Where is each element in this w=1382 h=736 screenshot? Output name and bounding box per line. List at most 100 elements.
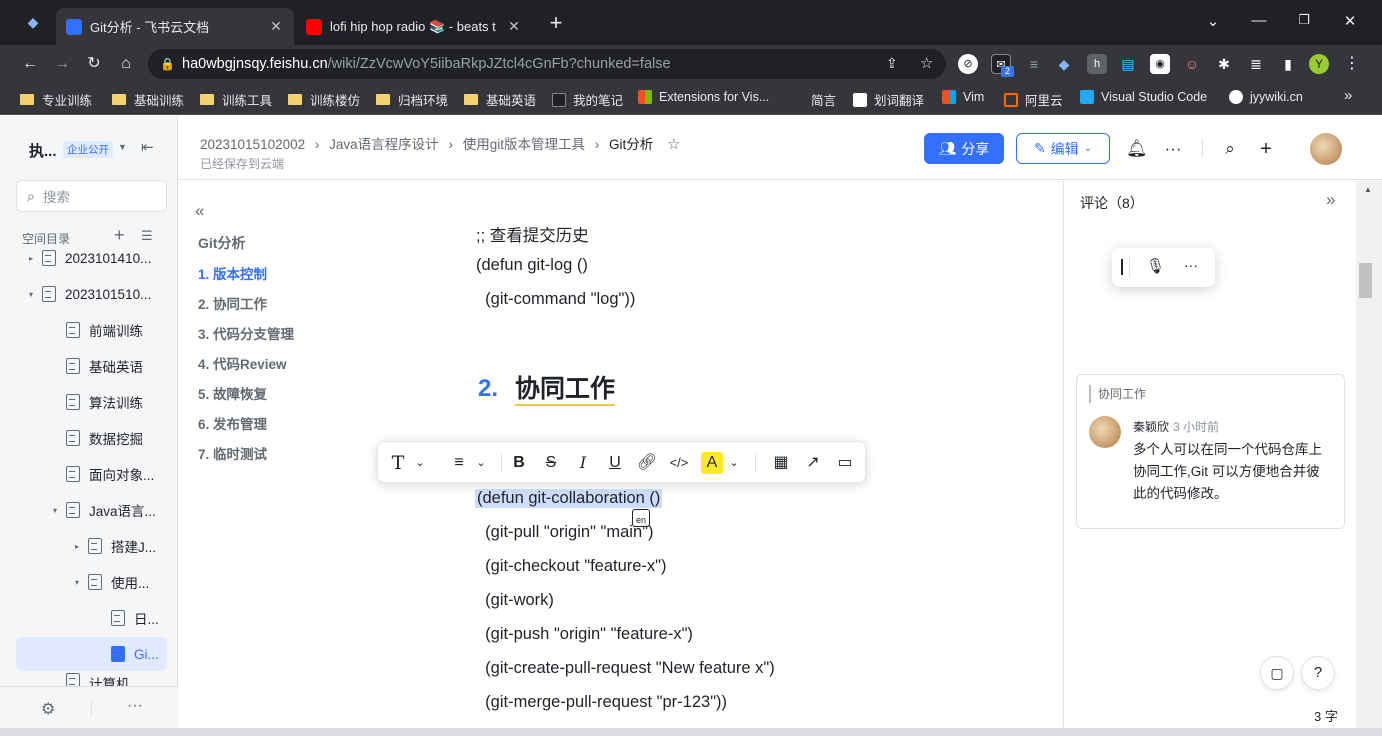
- tree-item[interactable]: ▸ 2023101410...: [0, 241, 178, 275]
- doc-line[interactable]: ;; 查看提交历史: [476, 222, 589, 246]
- tree-item[interactable]: 算法训练: [0, 385, 178, 419]
- doc-line[interactable]: (git-checkout "feature-x"): [476, 557, 666, 576]
- forward-icon[interactable]: →: [52, 54, 72, 74]
- doc-line[interactable]: (git-command "log")): [476, 290, 635, 309]
- italic-icon[interactable]: I: [572, 452, 594, 474]
- profile-avatar[interactable]: Y: [1309, 54, 1329, 74]
- tab-search-chevron-icon[interactable]: ⌄: [1201, 12, 1225, 30]
- bell-icon[interactable]: 🔔︎: [1126, 139, 1148, 159]
- address-bar[interactable]: 🔒 ha0wbgjnsqy.feishu.cn/wiki/ZzVcwVoY5ii…: [148, 49, 946, 79]
- close-icon[interactable]: ✕: [506, 18, 522, 35]
- caret-icon[interactable]: ▸: [72, 542, 82, 551]
- bookmark-folder[interactable]: 训练楼仿: [288, 90, 360, 109]
- bookmark-star-icon[interactable]: ☆: [920, 54, 933, 72]
- collapse-comments-icon[interactable]: »: [1326, 190, 1335, 210]
- extension-h-icon[interactable]: h: [1087, 54, 1107, 74]
- heading-text[interactable]: 协同工作: [515, 374, 616, 406]
- bookmark-link[interactable]: 我的笔记: [552, 90, 623, 109]
- breadcrumb-item[interactable]: 20231015102002: [200, 137, 305, 152]
- bookmark-link[interactable]: 简言: [790, 90, 836, 109]
- doc-info-icon[interactable]: ▢: [1260, 656, 1294, 690]
- page-scrollbar[interactable]: ▲: [1356, 181, 1382, 736]
- more-icon[interactable]: ···: [1163, 139, 1183, 159]
- tree-item[interactable]: ▾ Java语言...: [0, 493, 178, 527]
- back-icon[interactable]: ←: [20, 54, 40, 74]
- caret-icon[interactable]: ▾: [50, 506, 60, 515]
- restore-icon[interactable]: ❐: [1292, 12, 1316, 28]
- bookmark-folder[interactable]: 基础训练: [112, 90, 184, 109]
- strikethrough-icon[interactable]: S: [540, 452, 562, 474]
- breadcrumb-current[interactable]: Git分析: [609, 137, 653, 152]
- home-icon[interactable]: ⌂: [116, 54, 136, 74]
- chevron-down-icon[interactable]: ⌄: [723, 452, 745, 474]
- text-style-icon[interactable]: T: [387, 452, 409, 474]
- tab-lofi[interactable]: lofi hip hop radio 📚 - beats t ✕: [296, 8, 532, 45]
- extension-cat-icon[interactable]: ☺: [1182, 54, 1202, 74]
- comment-icon[interactable]: ▭: [834, 452, 856, 474]
- chrome-menu-icon[interactable]: ⋮: [1342, 54, 1362, 74]
- doc-line[interactable]: (git-work): [476, 591, 554, 610]
- close-icon[interactable]: ✕: [268, 18, 284, 35]
- code-icon[interactable]: </>: [668, 452, 690, 474]
- more-bookmarks-button[interactable]: »: [1344, 87, 1352, 104]
- scroll-up-icon[interactable]: ▲: [1364, 185, 1372, 194]
- outline-item[interactable]: 6. 发布管理: [198, 413, 267, 433]
- bookmark-link[interactable]: Vim: [942, 90, 984, 104]
- tree-item[interactable]: 面向对象...: [0, 457, 178, 491]
- tab-git-analysis[interactable]: Git分析 - 飞书云文档 ✕: [56, 8, 294, 45]
- chevron-down-icon[interactable]: ⌄: [409, 452, 431, 474]
- more-icon[interactable]: ···: [1184, 257, 1198, 273]
- more-icon[interactable]: ···: [127, 697, 143, 715]
- tree-item[interactable]: 计算机...: [0, 673, 178, 687]
- collapse-sidebar-icon[interactable]: ⇤: [141, 138, 154, 156]
- bookmark-folder[interactable]: 训练工具: [200, 90, 272, 109]
- collapse-outline-icon[interactable]: «: [195, 201, 204, 221]
- doc-line[interactable]: (git-push "origin" "feature-x"): [476, 625, 693, 644]
- bookmark-folder[interactable]: 基础英语: [464, 90, 536, 109]
- doc-line[interactable]: (defun git-log (): [476, 256, 588, 275]
- breadcrumb-item[interactable]: Java语言程序设计: [329, 137, 439, 152]
- reading-list-icon[interactable]: ≣: [1246, 54, 1266, 74]
- new-tab-button[interactable]: +: [544, 10, 568, 36]
- search-icon[interactable]: ⌕: [1220, 139, 1240, 159]
- bookmark-link[interactable]: Visual Studio Code: [1080, 90, 1207, 104]
- extension-gem-icon[interactable]: ◆: [1054, 54, 1074, 74]
- tree-item[interactable]: 前端训练: [0, 313, 178, 347]
- doc-line[interactable]: (git-merge-pull-request "pr-123")): [476, 693, 727, 712]
- extension-list-icon[interactable]: ≡: [1024, 54, 1044, 74]
- tree-item[interactable]: 基础英语: [0, 349, 178, 383]
- scrollbar-thumb[interactable]: [1359, 263, 1372, 298]
- outline-item[interactable]: 7. 临时测试: [198, 443, 267, 463]
- minimize-icon[interactable]: —: [1247, 12, 1271, 29]
- tree-item[interactable]: ▾ 2023101510...: [0, 277, 178, 311]
- outline-item[interactable]: 2. 协同工作: [198, 293, 267, 313]
- align-icon[interactable]: ≡: [448, 452, 470, 474]
- caret-icon[interactable]: ▾: [26, 290, 36, 299]
- commenter-avatar[interactable]: [1089, 416, 1121, 448]
- settings-gear-icon[interactable]: ⚙: [41, 699, 55, 719]
- bold-icon[interactable]: B: [508, 452, 530, 474]
- extension-translate-icon[interactable]: ▤: [1118, 54, 1138, 74]
- blocks-icon[interactable]: ▦: [770, 452, 792, 474]
- window-close-icon[interactable]: ✕: [1338, 12, 1362, 30]
- tree-item-selected[interactable]: Gi...: [16, 637, 167, 671]
- comment-author[interactable]: 秦颖欣: [1133, 418, 1169, 435]
- tree-item[interactable]: ▾ 使用...: [0, 565, 178, 599]
- bookmark-folder[interactable]: 专业训练: [20, 90, 92, 109]
- highlight-icon[interactable]: A: [701, 452, 723, 474]
- side-panel-icon[interactable]: ▮: [1278, 54, 1298, 74]
- bookmark-link[interactable]: jyywiki.cn: [1229, 90, 1303, 104]
- outline-item[interactable]: 3. 代码分支管理: [198, 323, 294, 343]
- space-dropdown-icon[interactable]: ▼: [118, 142, 127, 152]
- doc-line[interactable]: (git-create-pull-request "New feature x"…: [476, 659, 775, 678]
- caret-icon[interactable]: ▸: [26, 254, 36, 263]
- share-page-icon[interactable]: ⇪: [886, 55, 898, 72]
- doc-line-selected[interactable]: (defun git-collaboration (): [475, 489, 663, 508]
- breadcrumb-item[interactable]: 使用git版本管理工具: [463, 137, 585, 152]
- bookmark-link[interactable]: 划词翻译: [853, 90, 924, 109]
- search-input[interactable]: ⌕ 搜索: [16, 180, 167, 212]
- caret-icon[interactable]: ▾: [72, 578, 82, 587]
- bookmark-link[interactable]: 阿里云: [1004, 90, 1063, 109]
- extension-glasses-icon[interactable]: ◉: [1150, 54, 1170, 74]
- avatar[interactable]: [1310, 133, 1342, 165]
